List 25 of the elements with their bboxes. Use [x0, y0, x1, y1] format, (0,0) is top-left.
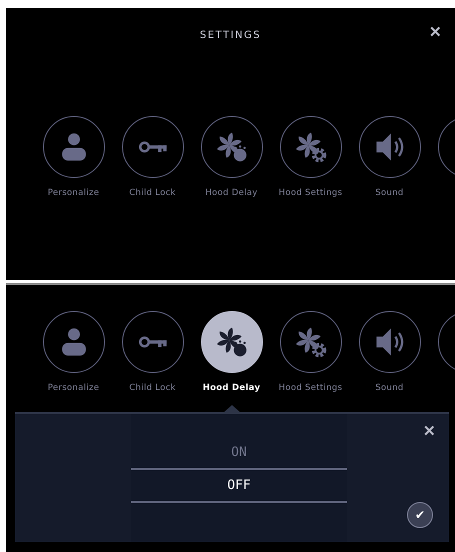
close-button[interactable]: ✕ [420, 424, 439, 439]
setting-label: Sound [375, 188, 404, 198]
option-item[interactable]: ON [131, 437, 347, 470]
setting-tile-button[interactable] [280, 311, 342, 373]
setting-label: Personalize [48, 188, 100, 198]
setting-tile-button[interactable] [280, 116, 342, 178]
setting-label: Child Lock [129, 188, 176, 198]
setting-tile-button[interactable] [42, 311, 104, 373]
setting-label: Hood Delay [205, 188, 258, 198]
setting-label: Hood Settings [278, 188, 342, 198]
setting-label: Child Lock [129, 383, 176, 393]
confirm-button[interactable]: ✔ [407, 502, 433, 528]
setting-tile-button[interactable] [122, 116, 184, 178]
close-button[interactable]: ✕ [426, 25, 445, 40]
setting-label: Personalize [48, 383, 100, 393]
setting-tile-button[interactable] [200, 116, 262, 178]
setting-label: Hood Delay [202, 383, 260, 393]
setting-label: Sound [375, 383, 404, 393]
option-item[interactable]: OFF [131, 470, 347, 503]
setting-tile-button[interactable] [42, 116, 104, 178]
screen-title: SETTINGS [200, 30, 262, 40]
setting-label: Hood Settings [278, 383, 342, 393]
setting-tile-button[interactable] [358, 116, 420, 178]
setting-tile-button[interactable] [122, 311, 184, 373]
setting-tile-button[interactable] [358, 311, 420, 373]
